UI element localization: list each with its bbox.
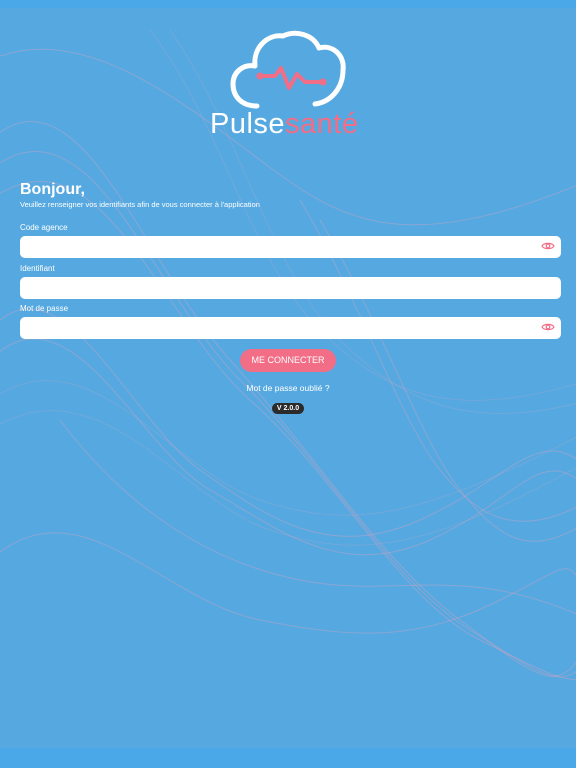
- eye-icon[interactable]: [541, 322, 555, 332]
- greeting-title: Bonjour,: [20, 181, 85, 198]
- password-input[interactable]: [20, 317, 561, 339]
- identifiant-label: Identifiant: [20, 264, 55, 273]
- bottom-strip: [0, 748, 576, 768]
- identifiant-input[interactable]: [20, 277, 561, 299]
- forgot-password-link[interactable]: Mot de passe oublié ?: [0, 383, 576, 393]
- code-agence-input[interactable]: [20, 236, 561, 258]
- brand-name-sante: santé: [285, 108, 359, 140]
- version-badge: V 2.0.0: [272, 403, 304, 414]
- eye-icon[interactable]: [541, 241, 555, 251]
- login-subtitle: Veuillez renseigner vos identifiants afi…: [20, 200, 260, 209]
- password-label: Mot de passe: [20, 304, 69, 313]
- code-agence-label: Code agence: [20, 223, 68, 232]
- login-button[interactable]: ME CONNECTER: [240, 349, 336, 372]
- brand-name-pulse: Pulse: [210, 108, 286, 140]
- brand-wordmark: Pulsesanté: [210, 108, 359, 141]
